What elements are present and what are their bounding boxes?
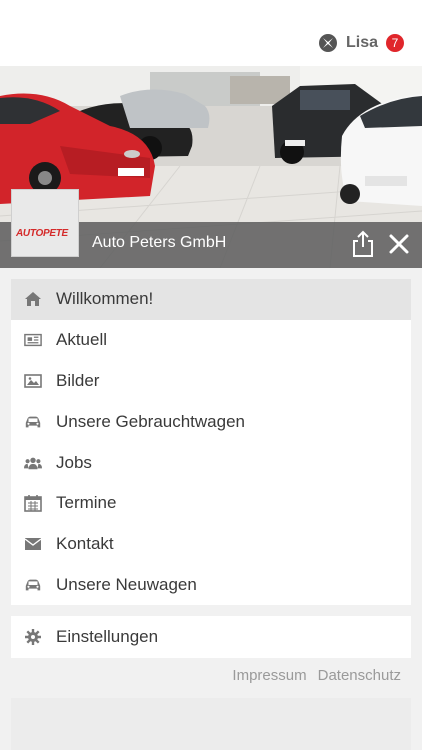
menu-item-kontakt[interactable]: Kontakt	[11, 524, 411, 565]
menu-item-label: Bilder	[56, 370, 100, 390]
menu-item-einstellungen[interactable]: Einstellungen	[11, 616, 411, 658]
image-icon	[24, 372, 42, 390]
footer-links: Impressum Datenschutz	[232, 667, 401, 684]
menu-item-label: Einstellungen	[56, 627, 159, 646]
notification-badge[interactable]: 7	[386, 34, 404, 52]
bottom-panel	[11, 698, 411, 750]
menu-item-neuwagen[interactable]: Unsere Neuwagen	[11, 565, 411, 606]
close-button[interactable]	[388, 233, 410, 255]
menu-item-label: Unsere Gebrauchtwagen	[56, 411, 246, 431]
gear-icon	[24, 628, 42, 646]
menu-item-jobs[interactable]: Jobs	[11, 442, 411, 483]
car-icon	[24, 576, 42, 594]
users-icon	[24, 454, 42, 472]
top-bar: Lisa 7	[0, 0, 422, 66]
datenschutz-link[interactable]: Datenschutz	[318, 667, 401, 684]
company-name: Auto Peters GmbH	[92, 234, 227, 251]
user-name[interactable]: Lisa	[346, 34, 378, 52]
share-button[interactable]	[350, 230, 376, 258]
car-icon	[24, 413, 42, 431]
menu-item-label: Kontakt	[56, 534, 114, 554]
menu-item-willkommen[interactable]: Willkommen!	[11, 279, 411, 320]
menu-item-label: Jobs	[56, 452, 92, 472]
menu-item-label: Willkommen!	[56, 289, 154, 309]
home-icon	[24, 290, 42, 308]
app-logo-icon	[318, 34, 337, 52]
menu-item-bilder[interactable]: Bilder	[11, 361, 411, 402]
impressum-link[interactable]: Impressum	[232, 667, 306, 684]
calendar-icon	[24, 494, 42, 513]
menu-item-label: Termine	[56, 493, 117, 513]
hero-banner: Auto Peters GmbH AUTOPETE	[0, 66, 422, 268]
menu-item-termine[interactable]: Termine	[11, 483, 411, 524]
share-icon	[353, 230, 373, 257]
close-icon	[389, 234, 409, 254]
main-menu: Willkommen! Aktuell Bilder Unsere Gebrau…	[11, 279, 411, 606]
menu-item-label: Unsere Neuwagen	[56, 574, 197, 594]
menu-item-label: Aktuell	[56, 330, 108, 350]
menu-item-aktuell[interactable]: Aktuell	[11, 320, 411, 361]
envelope-icon	[24, 535, 42, 553]
user-menu[interactable]: Lisa 7	[318, 33, 404, 53]
newspaper-icon	[24, 331, 42, 349]
menu-item-gebrauchtwagen[interactable]: Unsere Gebrauchtwagen	[11, 401, 411, 442]
company-logo: AUTOPETE	[11, 189, 79, 257]
logo-text: AUTOPETE	[16, 228, 68, 239]
